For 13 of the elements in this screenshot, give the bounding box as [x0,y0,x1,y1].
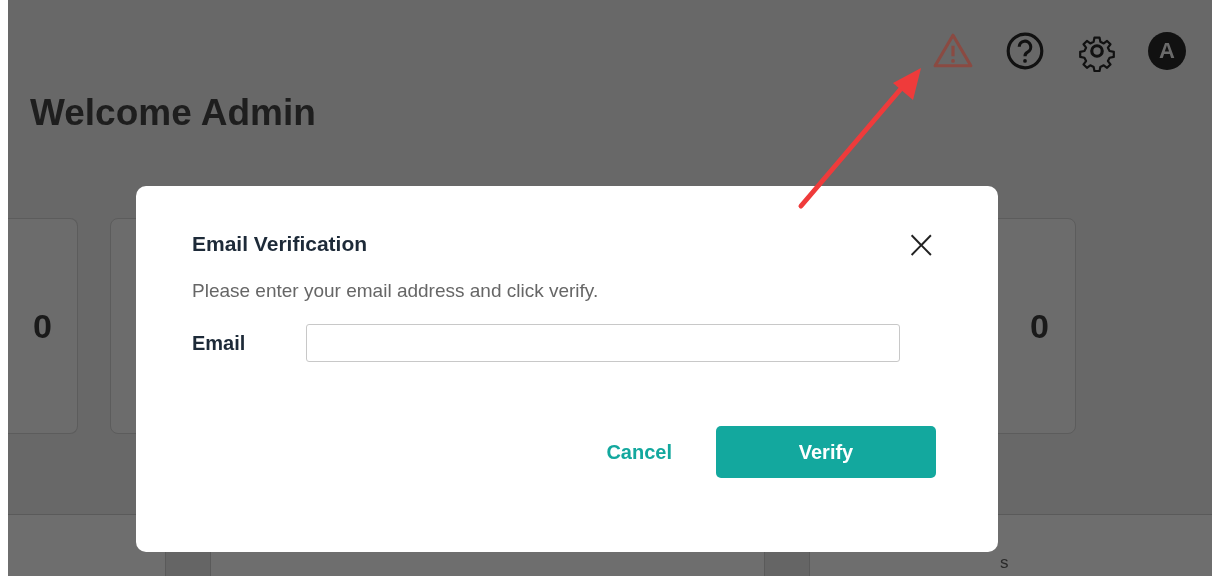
verify-button[interactable]: Verify [716,426,936,478]
close-button[interactable]: × [900,226,942,262]
cancel-button[interactable]: Cancel [600,439,678,465]
email-field[interactable] [306,324,900,362]
stat-value: 0 [33,306,52,346]
panel-text: s [1000,553,1009,573]
page-title: Welcome Admin [30,92,316,134]
user-avatar[interactable]: A [1148,32,1186,70]
dialog-title: Email Verification [192,232,368,256]
field-label: Email [192,331,247,355]
stat-value: 0 [1030,306,1049,346]
dialog-message: Please enter your email address and click verify. [192,280,600,302]
help-icon[interactable] [1004,30,1046,72]
